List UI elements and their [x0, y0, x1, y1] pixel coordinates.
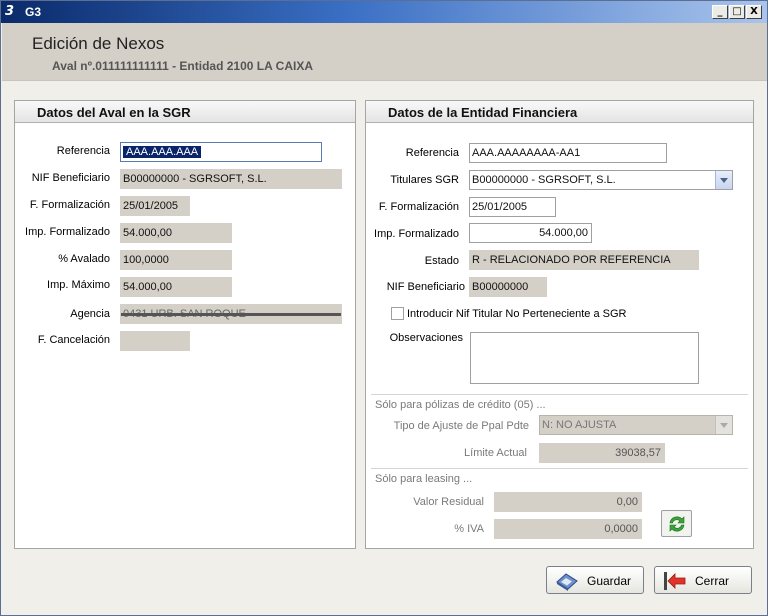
aval-referencia-value: AAA.AAA.AAA	[123, 146, 202, 158]
iva-field: 0,0000	[494, 519, 642, 539]
entidad-titulares-combo[interactable]: B00000000 - SGRSOFT, S.L.	[469, 170, 733, 190]
entidad-titulares-value: B00000000 - SGRSOFT, S.L.	[472, 174, 616, 186]
cancel-button-label: Cerrar	[695, 574, 730, 588]
credito-separator	[371, 394, 748, 395]
save-button-label: Guardar	[587, 574, 632, 588]
exit-door-icon	[664, 572, 686, 590]
app-logo-icon: 3	[5, 4, 15, 19]
aval-panel: Datos del Aval en la SGR	[14, 100, 356, 549]
aval-panel-title: Datos del Aval en la SGR	[37, 105, 191, 120]
valor-residual-field: 0,00	[494, 492, 642, 512]
chevron-down-icon	[715, 416, 732, 434]
entidad-referencia-label: Referencia	[405, 147, 459, 159]
page-title: Edición de Nexos	[32, 34, 165, 53]
entidad-imp-formalizado-input[interactable]: 54.000,00	[469, 223, 592, 243]
aval-pct-avalado-field: 100,0000	[120, 250, 232, 270]
aval-imp-formalizado-field: 54.000,00	[120, 223, 232, 243]
entidad-titulares-label: Titulares SGR	[390, 174, 459, 186]
aval-panel-header: Datos del Aval en la SGR	[15, 101, 355, 123]
entidad-f-formalizacion-label: F. Formalización	[378, 201, 459, 213]
iva-label: % IVA	[454, 523, 484, 535]
tipo-ajuste-label: Tipo de Ajuste de Ppal Pdte	[393, 420, 529, 432]
valor-residual-label: Valor Residual	[413, 496, 484, 508]
refresh-button[interactable]	[661, 510, 692, 537]
limite-actual-label: Límite Actual	[464, 447, 527, 459]
entidad-nif-field: B00000000	[469, 277, 547, 297]
tipo-ajuste-value: N: NO AJUSTA	[542, 419, 617, 431]
agencia-redaction	[121, 313, 341, 316]
close-button[interactable]: X	[746, 5, 762, 19]
minimize-button[interactable]: _	[712, 5, 728, 19]
aval-imp-formalizado-label: Imp. Formalizado	[25, 226, 110, 238]
entidad-estado-field: R - RELACIONADO POR REFERENCIA	[469, 250, 699, 270]
maximize-button[interactable]: □	[729, 5, 745, 19]
form-header: Edición de Nexos Aval nº.011111111111 - …	[2, 23, 767, 81]
title-bar: 3 G3 _ □ X	[1, 1, 767, 23]
aval-referencia-field[interactable]: AAA.AAA.AAA	[120, 142, 322, 162]
tipo-ajuste-combo: N: NO AJUSTA	[539, 415, 733, 435]
entidad-imp-formalizado-label: Imp. Formalizado	[374, 228, 459, 240]
observaciones-label: Observaciones	[389, 332, 463, 344]
aval-f-cancelacion-field	[120, 331, 190, 351]
credito-section-label: Sólo para pólizas de crédito (05) ...	[375, 399, 546, 411]
chevron-down-icon[interactable]	[715, 171, 732, 189]
aval-agencia-label: Agencia	[70, 308, 110, 320]
refresh-icon	[669, 516, 685, 532]
aval-f-formalizacion-label: F. Formalización	[29, 199, 110, 211]
entidad-f-formalizacion-input[interactable]: 25/01/2005	[469, 197, 556, 217]
aval-imp-maximo-field: 54.000,00	[120, 277, 232, 297]
aval-pct-avalado-label: % Avalado	[58, 253, 110, 265]
aval-nif-field: B00000000 - SGRSOFT, S.L.	[120, 169, 342, 189]
save-button[interactable]: Guardar	[546, 566, 644, 594]
limite-actual-field: 39038,57	[539, 443, 665, 463]
window-title: G3	[25, 5, 42, 19]
save-icon	[556, 573, 578, 591]
entidad-nif-label: NIF Beneficiario	[386, 281, 465, 293]
aval-agencia-field: 0431 URB. SAN ROQUE	[120, 304, 342, 324]
entidad-referencia-input[interactable]: AAA.AAAAAAAA-AA1	[469, 143, 667, 163]
cancel-button[interactable]: Cerrar	[654, 566, 752, 594]
leasing-section-label: Sólo para leasing ...	[375, 473, 473, 485]
entidad-estado-label: Estado	[424, 255, 459, 267]
main-window: 3 G3 _ □ X Edición de Nexos Aval nº.0111…	[0, 0, 768, 616]
observaciones-textarea[interactable]	[470, 332, 699, 384]
aval-f-formalizacion-field: 25/01/2005	[120, 196, 190, 216]
aval-imp-maximo-label: Imp. Máximo	[47, 279, 110, 291]
leasing-separator	[371, 468, 748, 469]
nif-no-sgr-label[interactable]: Introducir Nif Titular No Perteneciente …	[407, 308, 626, 320]
entidad-panel-header: Datos de la Entidad Financiera	[366, 101, 753, 123]
nif-no-sgr-checkbox[interactable]	[391, 307, 404, 320]
entidad-panel-title: Datos de la Entidad Financiera	[388, 105, 578, 120]
page-subtitle: Aval nº.011111111111 - Entidad 2100 LA C…	[52, 59, 313, 73]
aval-referencia-label: Referencia	[56, 145, 110, 157]
aval-f-cancelacion-label: F. Cancelación	[37, 334, 110, 346]
aval-nif-label: NIF Beneficiario	[31, 172, 110, 184]
